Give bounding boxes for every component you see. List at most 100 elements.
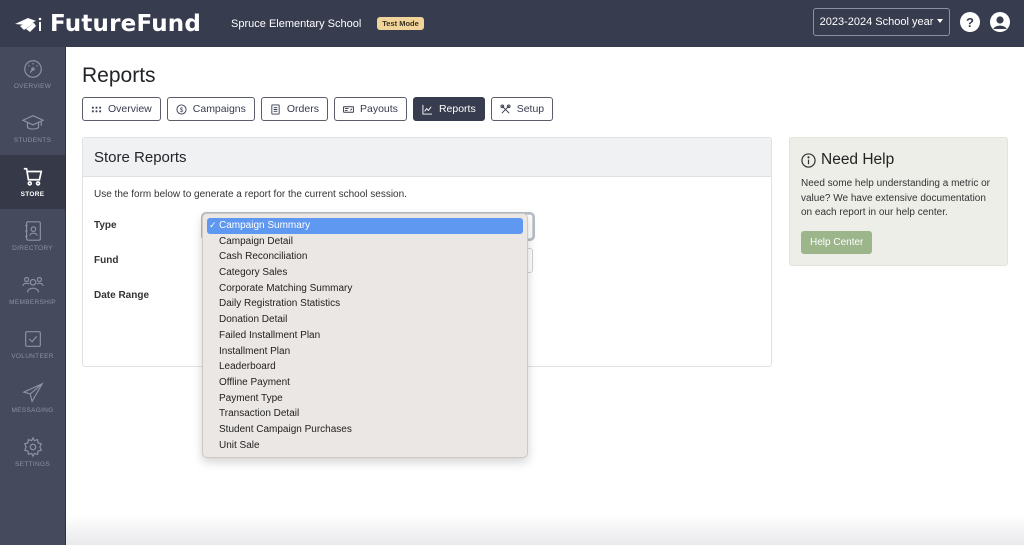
address-book-icon [24, 221, 41, 241]
tab-overview[interactable]: Overview [82, 97, 161, 121]
option-label: Payment Type [219, 392, 283, 404]
sidebar-item-store[interactable]: Store [0, 155, 65, 209]
tab-label: Orders [286, 103, 319, 115]
school-name: Spruce Elementary School [231, 17, 362, 30]
sidebar-label: Volunteer [11, 353, 54, 360]
option-label: Leaderboard [219, 361, 276, 373]
option-label: Daily Registration Statistics [219, 298, 341, 310]
option-label: Failed Installment Plan [219, 329, 321, 341]
tab-setup[interactable]: Setup [490, 97, 554, 121]
gear-icon [23, 436, 42, 458]
option-label: Category Sales [219, 267, 288, 279]
dropdown-option[interactable]: Cash Reconciliation [207, 249, 523, 265]
dropdown-option[interactable]: Category Sales [207, 265, 523, 281]
dropdown-option[interactable]: Offline Payment [207, 375, 523, 391]
sidebar-item-students[interactable]: Students [0, 101, 65, 155]
tab-campaigns[interactable]: $ Campaigns [166, 97, 255, 121]
option-label: Installment Plan [219, 345, 291, 357]
dropdown-option[interactable]: Leaderboard [207, 359, 523, 375]
help-glyph: ? [966, 14, 974, 30]
brand-name: FutureFund [50, 10, 202, 37]
users-icon [21, 276, 44, 293]
caret-down-icon [937, 19, 944, 23]
help-center-button[interactable]: Help Center [801, 230, 873, 254]
help-title-text: Need Help [821, 151, 895, 168]
test-mode-badge: Test Mode [377, 17, 424, 30]
brand[interactable]: FutureFund [14, 11, 201, 37]
dropdown-option[interactable]: ✓ Campaign Summary [207, 218, 523, 234]
sidebar-label: Store [20, 191, 45, 198]
tab-orders[interactable]: Orders [260, 97, 328, 121]
sidebar-item-messaging[interactable]: Messaging [0, 371, 65, 425]
top-navbar: FutureFund Spruce Elementary School Test… [0, 0, 1024, 47]
tab-label: Payouts [359, 103, 398, 115]
dropdown-option[interactable]: Failed Installment Plan [207, 328, 523, 344]
tools-icon [500, 103, 511, 113]
dropdown-option[interactable]: Unit Sale [207, 438, 523, 454]
sidebar-label: Membership [9, 299, 56, 306]
grid-icon [91, 106, 102, 112]
logo-icon [15, 17, 42, 32]
gauge-icon [23, 60, 42, 78]
tab-label: Setup [516, 103, 545, 115]
tab-reports[interactable]: Reports [412, 97, 485, 121]
user-avatar-icon[interactable] [990, 12, 1010, 32]
sidebar-label: Directory [12, 245, 53, 252]
tab-payouts[interactable]: Payouts [333, 97, 407, 121]
sidebar-item-directory[interactable]: Directory [0, 209, 65, 263]
option-label: Corporate Matching Summary [219, 282, 353, 294]
sidebar-label: Students [13, 137, 52, 144]
card-header: Store Reports [83, 138, 771, 177]
info-circle-icon [801, 152, 816, 168]
receipt-icon [271, 103, 280, 115]
help-text: Need some help understanding a metric or… [801, 178, 990, 218]
help-icon[interactable]: ? [960, 12, 980, 32]
checkbox-icon [24, 331, 41, 347]
option-label: Transaction Detail [219, 408, 300, 420]
check-payment-icon [342, 105, 354, 113]
sidebar-label: Overview [13, 83, 52, 90]
card-title: Store Reports [94, 148, 187, 166]
option-label: Cash Reconciliation [219, 251, 308, 263]
dropdown-option[interactable]: Installment Plan [207, 344, 523, 360]
dropdown-option[interactable]: Payment Type [207, 391, 523, 407]
sidebar-item-volunteer[interactable]: Volunteer [0, 317, 65, 371]
option-label: Campaign Detail [219, 235, 293, 247]
svg-text:$: $ [179, 106, 183, 113]
sidebar-item-settings[interactable]: Settings [0, 425, 65, 479]
help-title: Need Help [801, 151, 996, 169]
sidebar-label: Settings [15, 461, 50, 468]
option-label: Donation Detail [219, 314, 288, 326]
dropdown-option[interactable]: Transaction Detail [207, 406, 523, 422]
tab-label: Overview [108, 103, 152, 115]
bottom-shadow [66, 515, 1024, 545]
option-label: Offline Payment [219, 376, 290, 388]
line-chart-icon [422, 104, 433, 115]
option-label: Unit Sale [219, 439, 260, 451]
page-title: Reports [82, 64, 156, 87]
dropdown-option[interactable]: Daily Registration Statistics [207, 296, 523, 312]
tab-label: Reports [438, 103, 476, 115]
dollar-circle-icon: $ [176, 103, 187, 115]
type-label: Type [94, 220, 117, 231]
dropdown-option[interactable]: Corporate Matching Summary [207, 281, 523, 297]
school-year-label: 2023-2024 School year [819, 16, 934, 28]
shopping-cart-icon [23, 167, 42, 186]
sidebar: Overview Students Store Directory Member… [0, 47, 66, 545]
report-tabs: Overview $ Campaigns Orders Payouts Repo… [82, 97, 554, 121]
type-dropdown-menu: ✓ Campaign Summary Campaign Detail Cash R… [202, 213, 528, 458]
option-label: Student Campaign Purchases [219, 423, 352, 435]
sidebar-item-overview[interactable]: Overview [0, 47, 65, 101]
paper-plane-icon [21, 382, 44, 403]
date-range-label: Date Range [94, 290, 150, 301]
graduation-cap-icon [21, 115, 44, 130]
dropdown-option[interactable]: Campaign Detail [207, 234, 523, 250]
dropdown-option[interactable]: Donation Detail [207, 312, 523, 328]
fund-label: Fund [94, 255, 119, 266]
dropdown-option[interactable]: Student Campaign Purchases [207, 422, 523, 438]
tab-label: Campaigns [192, 103, 246, 115]
school-year-select[interactable]: 2023-2024 School year [813, 8, 950, 36]
check-icon: ✓ [209, 220, 217, 230]
sidebar-item-membership[interactable]: Membership [0, 263, 65, 317]
sidebar-label: Messaging [11, 407, 54, 414]
